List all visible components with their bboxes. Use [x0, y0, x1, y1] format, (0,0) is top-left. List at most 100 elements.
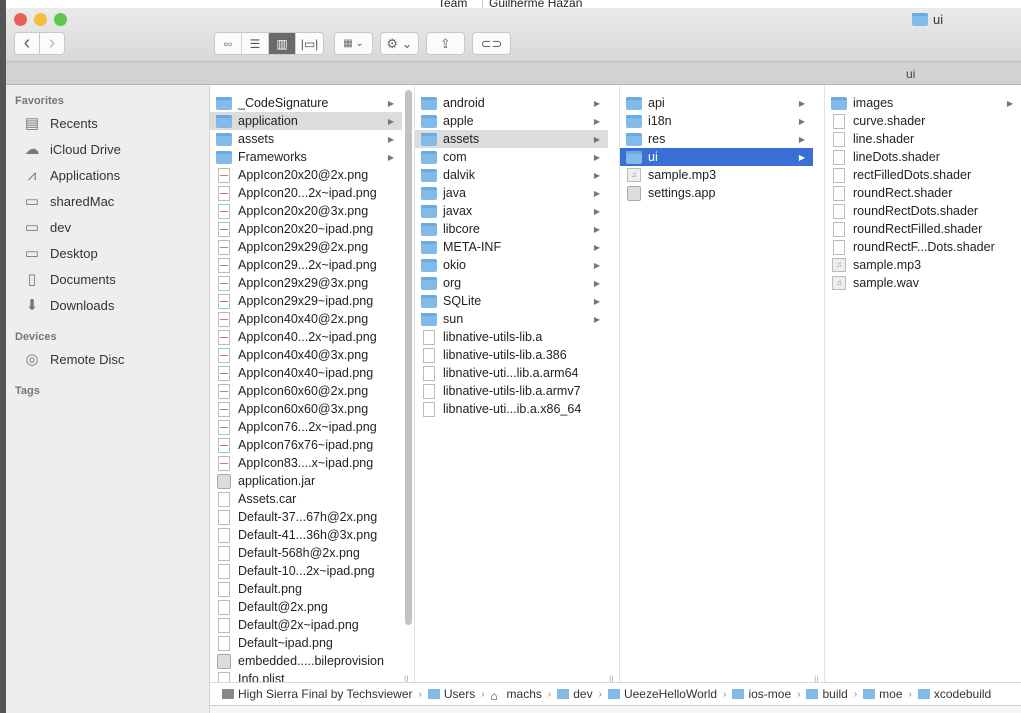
- folder-item[interactable]: images ▶: [825, 94, 1021, 112]
- file-item[interactable]: roundRectFilled.shader: [825, 220, 1021, 238]
- file-item[interactable]: ♫ sample.mp3: [825, 256, 1021, 274]
- file-item[interactable]: line.shader: [825, 130, 1021, 148]
- folder-item[interactable]: res ▶: [620, 130, 813, 148]
- file-item[interactable]: roundRectF...Dots.shader: [825, 238, 1021, 256]
- file-item[interactable]: Assets.car: [210, 490, 402, 508]
- sidebar-item-applications[interactable]: ⩘ Applications: [22, 164, 120, 186]
- file-item[interactable]: AppIcon29x29@2x.png: [210, 238, 402, 256]
- action-button[interactable]: ⚙ ⌄: [380, 32, 419, 55]
- file-item[interactable]: AppIcon76x76~ipad.png: [210, 436, 402, 454]
- sidebar-item-recents[interactable]: ▤ Recents: [22, 112, 98, 134]
- folder-item[interactable]: apple ▶: [415, 112, 608, 130]
- folder-item[interactable]: android ▶: [415, 94, 608, 112]
- folder-item[interactable]: assets ▶: [210, 130, 402, 148]
- forward-button[interactable]: ›: [39, 32, 65, 55]
- file-item[interactable]: Default@2x.png: [210, 598, 402, 616]
- column-view-button[interactable]: ▥: [269, 33, 296, 54]
- tab-ui[interactable]: ui: [906, 67, 915, 81]
- sidebar-item-remote-disc[interactable]: ◎ Remote Disc: [22, 348, 124, 370]
- path-item[interactable]: ⌂ machs: [491, 687, 542, 703]
- file-item[interactable]: AppIcon60x60@2x.png: [210, 382, 402, 400]
- file-item[interactable]: ♫ sample.wav: [825, 274, 1021, 292]
- folder-item[interactable]: META-INF ▶: [415, 238, 608, 256]
- file-item[interactable]: Default~ipad.png: [210, 634, 402, 652]
- folder-item[interactable]: Frameworks ▶: [210, 148, 402, 166]
- file-item[interactable]: curve.shader: [825, 112, 1021, 130]
- file-item[interactable]: AppIcon20x20@3x.png: [210, 202, 402, 220]
- path-item[interactable]: Users: [427, 687, 475, 701]
- folder-item[interactable]: _CodeSignature ▶: [210, 94, 402, 112]
- column-1-scrollbar[interactable]: [405, 90, 412, 625]
- file-item[interactable]: application.jar: [210, 472, 402, 490]
- file-item[interactable]: Default-37...67h@2x.png: [210, 508, 402, 526]
- folder-item[interactable]: dalvik ▶: [415, 166, 608, 184]
- path-item[interactable]: xcodebuild: [917, 687, 991, 701]
- file-item[interactable]: Info.plist: [210, 670, 402, 682]
- path-item[interactable]: build: [806, 687, 848, 701]
- path-item[interactable]: moe: [863, 687, 903, 701]
- file-item[interactable]: AppIcon40x40~ipad.png: [210, 364, 402, 382]
- file-item[interactable]: Default-41...36h@3x.png: [210, 526, 402, 544]
- path-item[interactable]: dev: [557, 687, 593, 701]
- folder-item[interactable]: api ▶: [620, 94, 813, 112]
- folder-item[interactable]: libcore ▶: [415, 220, 608, 238]
- file-item[interactable]: Default-10...2x~ipad.png: [210, 562, 402, 580]
- file-item[interactable]: lineDots.shader: [825, 148, 1021, 166]
- file-item[interactable]: AppIcon76...2x~ipad.png: [210, 418, 402, 436]
- folder-item[interactable]: okio ▶: [415, 256, 608, 274]
- file-item[interactable]: Default-568h@2x.png: [210, 544, 402, 562]
- sidebar-item-dev[interactable]: ▭ dev: [22, 216, 71, 238]
- folder-item[interactable]: ui ▶: [620, 148, 813, 166]
- file-item[interactable]: AppIcon40x40@3x.png: [210, 346, 402, 364]
- folder-item[interactable]: javax ▶: [415, 202, 608, 220]
- file-item[interactable]: AppIcon29...2x~ipad.png: [210, 256, 402, 274]
- file-item[interactable]: embedded.....bileprovision: [210, 652, 402, 670]
- folder-item[interactable]: sun ▶: [415, 310, 608, 328]
- zoom-button[interactable]: [54, 13, 67, 26]
- folder-item[interactable]: application ▶: [210, 112, 402, 130]
- file-item[interactable]: libnative-utils-lib.a: [415, 328, 608, 346]
- file-item[interactable]: AppIcon40...2x~ipad.png: [210, 328, 402, 346]
- file-item[interactable]: roundRectDots.shader: [825, 202, 1021, 220]
- cover-flow-view-button[interactable]: |▭|: [296, 33, 323, 54]
- file-item[interactable]: AppIcon60x60@3x.png: [210, 400, 402, 418]
- back-button[interactable]: ‹: [14, 32, 40, 55]
- folder-item[interactable]: assets ▶: [415, 130, 608, 148]
- arrange-button[interactable]: ▦ ⌄: [334, 32, 373, 55]
- close-button[interactable]: [14, 13, 27, 26]
- file-item[interactable]: libnative-uti...lib.a.arm64: [415, 364, 608, 382]
- path-item[interactable]: High Sierra Final by Techsviewer: [222, 687, 413, 701]
- folder-item[interactable]: com ▶: [415, 148, 608, 166]
- tags-button[interactable]: ⊂⊃: [472, 32, 511, 55]
- path-item[interactable]: ios-moe: [732, 687, 791, 701]
- folder-item[interactable]: SQLite ▶: [415, 292, 608, 310]
- sidebar-item-sharedmac[interactable]: ▭ sharedMac: [22, 190, 114, 212]
- file-item[interactable]: settings.app: [620, 184, 813, 202]
- sidebar-item-desktop[interactable]: ▭ Desktop: [22, 242, 98, 264]
- file-item[interactable]: rectFilledDots.shader: [825, 166, 1021, 184]
- folder-item[interactable]: i18n ▶: [620, 112, 813, 130]
- file-item[interactable]: AppIcon29x29@3x.png: [210, 274, 402, 292]
- sidebar-item-downloads[interactable]: ⬇ Downloads: [22, 294, 115, 316]
- file-item[interactable]: Default.png: [210, 580, 402, 598]
- file-item[interactable]: AppIcon29x29~ipad.png: [210, 292, 402, 310]
- folder-item[interactable]: org ▶: [415, 274, 608, 292]
- file-item[interactable]: Default@2x~ipad.png: [210, 616, 402, 634]
- folder-item[interactable]: java ▶: [415, 184, 608, 202]
- file-item[interactable]: libnative-uti...ib.a.x86_64: [415, 400, 608, 418]
- file-item[interactable]: AppIcon20x20~ipad.png: [210, 220, 402, 238]
- file-item[interactable]: libnative-utils-lib.a.386: [415, 346, 608, 364]
- file-item[interactable]: libnative-utils-lib.a.armv7: [415, 382, 608, 400]
- file-item[interactable]: ♫ sample.mp3: [620, 166, 813, 184]
- sidebar-item-documents[interactable]: ▯ Documents: [22, 268, 116, 290]
- icon-view-button[interactable]: ▫▫: [215, 33, 242, 54]
- share-button[interactable]: ⇪: [426, 32, 465, 55]
- file-item[interactable]: AppIcon83....x~ipad.png: [210, 454, 402, 472]
- file-item[interactable]: AppIcon20x20@2x.png: [210, 166, 402, 184]
- list-view-button[interactable]: ☰: [242, 33, 269, 54]
- file-item[interactable]: AppIcon20...2x~ipad.png: [210, 184, 402, 202]
- file-item[interactable]: roundRect.shader: [825, 184, 1021, 202]
- file-item[interactable]: AppIcon40x40@2x.png: [210, 310, 402, 328]
- minimize-button[interactable]: [34, 13, 47, 26]
- path-item[interactable]: UeezeHelloWorld: [607, 687, 717, 701]
